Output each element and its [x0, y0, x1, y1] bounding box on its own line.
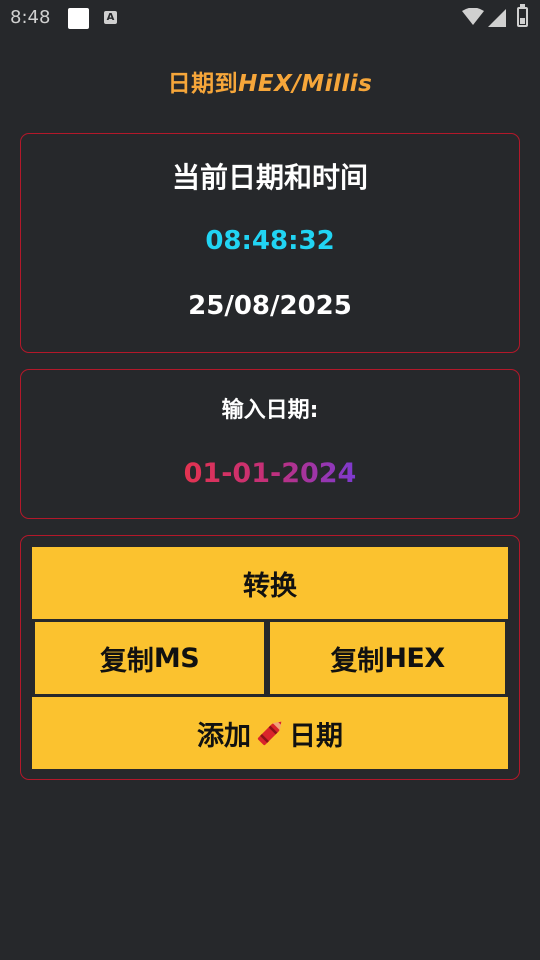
battery-icon: [517, 4, 528, 27]
convert-button-label: 转换: [243, 570, 297, 602]
app-title-latin: HEX/Millis: [238, 71, 373, 97]
copy-ms-prefix: 复制: [99, 645, 154, 677]
current-datetime-card: 当前日期和时间 08:48:32 25/08/2025: [20, 133, 520, 353]
input-date-text[interactable]: 01-01-2024: [184, 458, 357, 489]
notification-square-icon: [68, 8, 89, 29]
input-date-label: 输入日期:: [221, 398, 319, 423]
current-time: 08:48:32: [205, 226, 335, 256]
app-title-cjk: 日期到: [167, 71, 239, 97]
add-date-suffix: 日期: [289, 720, 343, 752]
status-bar: 8:48 A: [0, 0, 540, 36]
add-date-button[interactable]: 添加 日期: [32, 697, 508, 769]
crayon-icon: [257, 721, 282, 746]
copy-ms-suffix: MS: [153, 642, 200, 674]
current-date: 25/08/2025: [188, 291, 352, 321]
copy-hex-prefix: 复制: [330, 645, 385, 677]
input-date-card: 输入日期: 01-01-2024: [20, 369, 520, 519]
current-datetime-heading: 当前日期和时间: [171, 161, 368, 194]
copy-hex-suffix: HEX: [384, 642, 445, 674]
copy-hex-button[interactable]: 复制 HEX: [270, 622, 505, 694]
status-time: 8:48: [10, 7, 51, 28]
copy-ms-button[interactable]: 复制 MS: [35, 622, 264, 694]
signal-icon: [488, 9, 506, 27]
add-date-prefix: 添加: [197, 720, 251, 752]
app-title: 日期到HEX/Millis: [0, 64, 540, 98]
actions-card: 转换 复制 MS 复制 HEX 添加 日期: [20, 535, 520, 780]
convert-button[interactable]: 转换: [32, 547, 508, 619]
wifi-icon: [462, 8, 484, 25]
input-date-value[interactable]: 01-01-2024: [21, 458, 519, 489]
a-badge-icon: A: [104, 11, 117, 24]
